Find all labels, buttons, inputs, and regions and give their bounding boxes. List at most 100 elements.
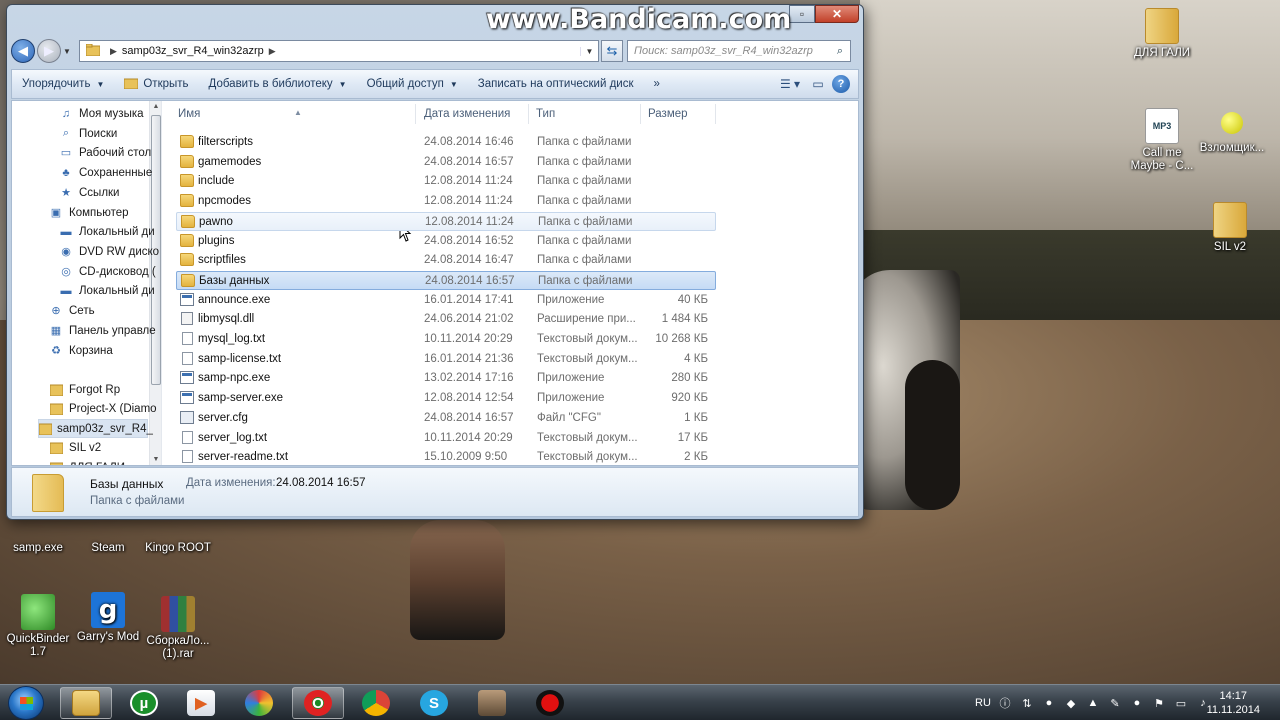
taskbar-gem-app-button[interactable] <box>233 687 285 719</box>
file-row[interactable]: npcmodes 12.08.2014 11:24 Папка с файлами <box>176 192 716 211</box>
nav-item[interactable]: ⊕ Сеть <box>48 301 94 320</box>
taskbar-opera-button[interactable]: O <box>292 687 344 719</box>
nav-item[interactable]: ♣ Сохраненные <box>58 163 152 182</box>
file-row[interactable]: pawno 12.08.2014 11:24 Папка с файлами <box>176 211 716 231</box>
file-row[interactable]: announce.exe 16.01.2014 17:41 Приложение 40… <box>176 291 716 310</box>
refresh-button[interactable]: ⇆ <box>601 40 623 62</box>
taskbar-explorer-button[interactable] <box>60 687 112 719</box>
nav-item[interactable]: ▣ Компьютер <box>48 203 129 222</box>
record-tray-icon[interactable]: ● <box>1038 697 1060 709</box>
file-row[interactable]: mysql_log.txt 10.11.2014 20:29 Текстовый д… <box>176 330 716 349</box>
file-row[interactable]: samp-server.exe 12.08.2014 12:54 Приложени… <box>176 389 716 408</box>
column-name[interactable]: Имя <box>178 108 200 120</box>
display-tray-icon[interactable]: ▭ <box>1170 697 1192 710</box>
help-tray-icon[interactable]: ⓘ <box>994 695 1016 711</box>
nav-item[interactable]: ▭ Рабочий стол <box>58 143 151 162</box>
file-date: 24.08.2014 16:57 <box>424 411 514 424</box>
desktop-icon-steam[interactable]: Steam <box>70 542 146 555</box>
breadcrumb-segment[interactable]: samp03z_svr_R4_win32azrp <box>122 45 264 57</box>
nav-item[interactable]: ♻ Корзина <box>48 341 113 360</box>
desktop-icon-quickbinder[interactable]: QuickBinder 1.7 <box>0 594 76 659</box>
share-button[interactable]: Общий доступ ▼ <box>357 70 468 98</box>
file-type: Папка с файлами <box>538 274 633 287</box>
file-date: 10.11.2014 20:29 <box>424 431 513 444</box>
scroll-up-icon[interactable]: ▲ <box>151 103 161 110</box>
nav-item[interactable]: ⌕ Поиски <box>58 124 117 143</box>
forward-button[interactable]: ▶ <box>37 39 61 63</box>
taskbar-bandicam-button[interactable] <box>524 687 576 719</box>
search-icon[interactable]: ⌕ <box>830 45 850 58</box>
address-bar[interactable]: ▶ samp03z_svr_R4_win32azrp ▶ ▼ <box>79 40 599 62</box>
search-input[interactable]: Поиск: samp03z_svr_R4_win32azrp ⌕ <box>627 40 851 62</box>
address-dropdown-icon[interactable]: ▼ <box>580 46 598 56</box>
app-tray-icon[interactable]: ◆ <box>1060 697 1082 710</box>
add-to-library-button[interactable]: Добавить в библиотеку ▼ <box>199 70 357 98</box>
app-tray-icon[interactable]: ▲ <box>1082 697 1104 709</box>
explorer-window: ▫ ✕ ◀ ▶ ▼ ▶ samp03z_svr_R4_win32azrp ▶ ▼… <box>6 4 864 520</box>
clock[interactable]: 14:17 11.11.2014 <box>1207 689 1260 717</box>
desktop-icon-call-me-maybe[interactable]: MP3 Call me Maybe - C... <box>1124 108 1200 173</box>
desktop-icon-vzlomshchik[interactable]: Взломщик... <box>1194 112 1270 155</box>
minimize-button[interactable]: ▫ <box>789 5 815 23</box>
column-type[interactable]: Тип <box>536 108 555 120</box>
file-row[interactable]: plugins 24.08.2014 16:52 Папка с файлами <box>176 232 716 251</box>
language-indicator[interactable]: RU <box>972 697 994 709</box>
file-row[interactable]: server.cfg 24.08.2014 16:57 Файл "CFG" 1 КБ <box>176 409 716 428</box>
nav-item[interactable]: ♫ Моя музыка <box>58 104 144 123</box>
nav-item-label: Поиски <box>79 127 118 140</box>
nav-item[interactable]: ДЛЯ ГАЛИ <box>48 458 125 465</box>
nav-item[interactable]: ★ Ссылки <box>58 183 119 202</box>
app-tray-icon[interactable]: ✎ <box>1104 697 1126 710</box>
file-row[interactable]: server-readme.txt 15.10.2009 9:50 Текстовы… <box>176 448 716 467</box>
nav-item[interactable]: SIL v2 <box>48 438 101 457</box>
file-size: 17 КБ <box>677 431 708 444</box>
nav-item[interactable]: ▦ Панель управле <box>48 321 156 340</box>
organize-button[interactable]: Упорядочить ▼ <box>12 70 114 98</box>
network-icon: ⊕ <box>51 305 61 317</box>
desktop-icon-sil-v2[interactable]: SIL v2 <box>1192 202 1268 254</box>
nav-item[interactable]: Forgot Rp <box>48 380 120 399</box>
tray-flag-icon[interactable]: ⚑ <box>1148 697 1170 710</box>
file-row[interactable]: filterscripts 24.08.2014 16:46 Папка с фай… <box>176 133 716 152</box>
burn-button[interactable]: Записать на оптический диск <box>468 70 644 98</box>
file-row[interactable]: samp-npc.exe 13.02.2014 17:16 Приложение 28… <box>176 369 716 388</box>
more-commands-button[interactable]: » <box>644 70 670 98</box>
nav-item[interactable]: ◉ DVD RW диско <box>58 242 159 261</box>
taskbar-samp-button[interactable] <box>466 687 518 719</box>
desktop-icon-kingo-root[interactable]: Kingo ROOT <box>140 542 216 555</box>
view-options-icon[interactable]: ☰ ▾ <box>776 73 804 95</box>
column-date[interactable]: Дата изменения <box>424 108 510 120</box>
file-row[interactable]: include 12.08.2014 11:24 Папка с файлами <box>176 172 716 191</box>
back-button[interactable]: ◀ <box>11 39 35 63</box>
desktop-icon-garrys-mod[interactable]: g Garry's Mod <box>70 592 146 644</box>
file-row[interactable]: samp-license.txt 16.01.2014 21:36 Текстовы… <box>176 350 716 369</box>
recent-pages-dropdown[interactable]: ▼ <box>63 47 75 56</box>
file-row[interactable]: server_log.txt 10.11.2014 20:29 Текстовый … <box>176 429 716 448</box>
preview-pane-icon[interactable]: ▭ <box>804 73 832 95</box>
desktop-icon-samp[interactable]: samp.exe <box>0 542 76 555</box>
nav-item[interactable]: ◎ CD-дисковод ( <box>58 262 156 281</box>
file-row[interactable]: Базы данных 24.08.2014 16:57 Папка с файла… <box>176 270 716 290</box>
column-size[interactable]: Размер <box>648 108 688 120</box>
samp-icon <box>478 690 506 716</box>
nav-item[interactable]: ▬ Локальный ди <box>58 222 155 241</box>
taskbar-utorrent-button[interactable]: µ <box>118 687 170 719</box>
desktop-icon-sborka-rar[interactable]: СборкаЛо... (1).rar <box>140 596 216 661</box>
scroll-down-icon[interactable]: ▼ <box>151 456 161 463</box>
file-row[interactable]: libmysql.dll 24.06.2014 21:02 Расширение п… <box>176 310 716 329</box>
file-row[interactable]: gamemodes 24.08.2014 16:57 Папка с файлами <box>176 153 716 172</box>
start-button[interactable] <box>8 686 44 720</box>
open-button[interactable]: Открыть <box>114 70 198 98</box>
close-button[interactable]: ✕ <box>815 5 859 23</box>
app-tray-icon[interactable]: ● <box>1126 697 1148 709</box>
help-icon[interactable]: ? <box>832 75 850 93</box>
nav-item[interactable]: ▬ Локальный ди <box>58 281 155 300</box>
network-tray-icon[interactable]: ⇅ <box>1016 697 1038 710</box>
nav-item[interactable]: samp03z_svr_R4_ <box>38 419 153 438</box>
taskbar-media-player-button[interactable]: ▶ <box>175 687 227 719</box>
taskbar-chrome-button[interactable] <box>350 687 402 719</box>
nav-item[interactable]: Project-X (Diamo <box>48 399 157 418</box>
desktop-icon-dlya-gali[interactable]: ДЛЯ ГАЛИ <box>1124 8 1200 60</box>
taskbar-skype-button[interactable]: S <box>408 687 460 719</box>
file-row[interactable]: scriptfiles 24.08.2014 16:47 Папка с файла… <box>176 251 716 270</box>
